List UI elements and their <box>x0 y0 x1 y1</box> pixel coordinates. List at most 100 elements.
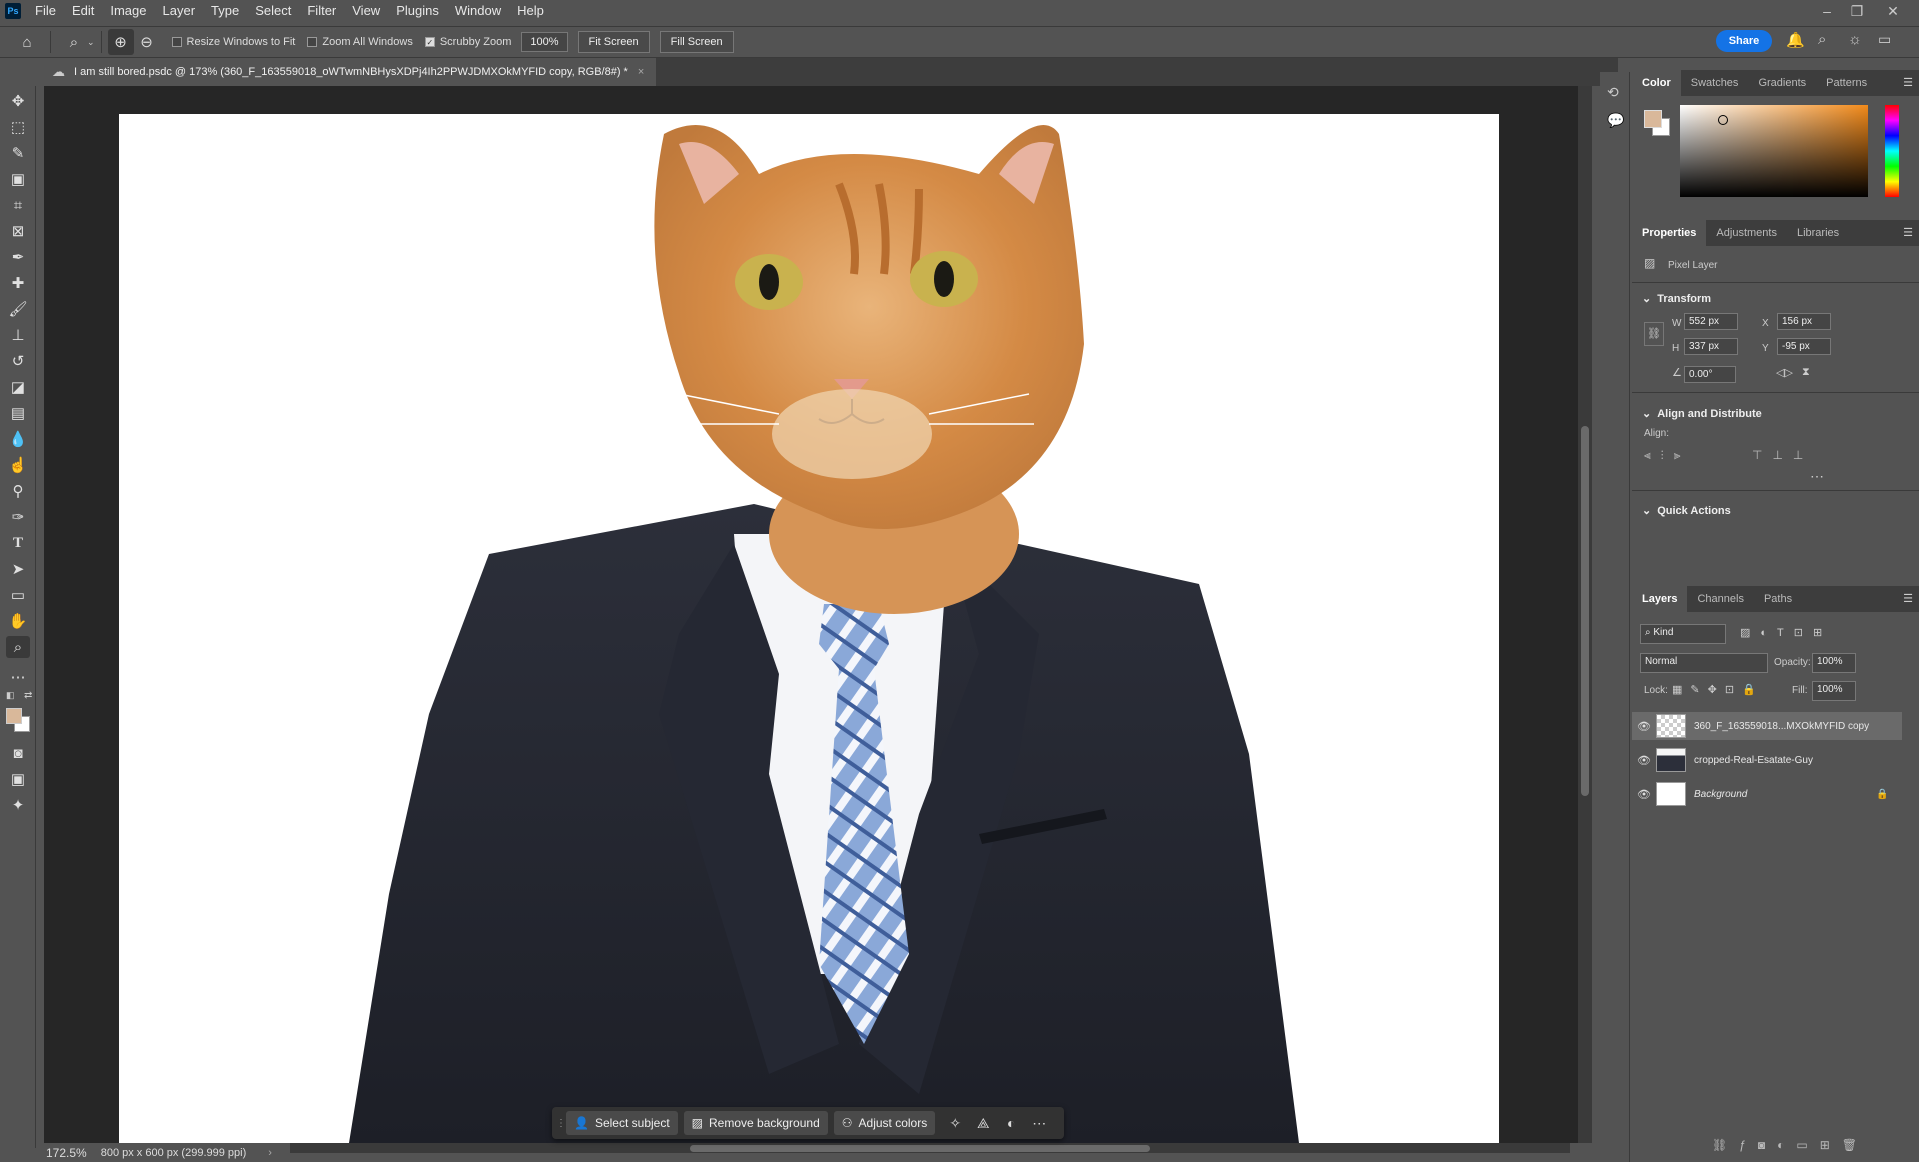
discover-icon[interactable]: ☼ <box>1848 31 1862 48</box>
path-selection-tool-icon[interactable]: ➤ <box>6 558 30 580</box>
close-tab-icon[interactable]: × <box>638 66 644 78</box>
quick-selection-tool-icon[interactable]: ✎ <box>6 142 30 164</box>
zoom-tool-icon[interactable]: ⌕ <box>61 29 87 55</box>
share-button[interactable]: Share <box>1716 30 1772 52</box>
default-colors-icon[interactable]: ◧ <box>6 690 15 701</box>
layer-row[interactable]: 👁 cropped-Real-Esatate-Guy <box>1632 746 1902 774</box>
chevron-right-icon[interactable]: › <box>268 1147 272 1159</box>
smudge-tool-icon[interactable]: ☝ <box>6 454 30 476</box>
menu-image[interactable]: Image <box>102 0 154 22</box>
opacity-field[interactable]: 100% <box>1812 653 1856 673</box>
vertical-scrollbar[interactable] <box>1578 86 1592 1143</box>
marquee-tool-icon[interactable]: ⬚ <box>6 116 30 138</box>
layer-row[interactable]: 👁 Background 🔒 <box>1632 780 1902 808</box>
y-position-field[interactable]: -95 px <box>1777 338 1831 355</box>
remove-background-button[interactable]: ▨ Remove background <box>683 1111 828 1135</box>
lock-icons[interactable]: ▦✎✥⊡🔒 <box>1672 683 1764 696</box>
panel-menu-icon[interactable]: ☰ <box>1903 592 1913 605</box>
move-tool-icon[interactable]: ✥ <box>6 90 30 112</box>
align-vertical-buttons[interactable]: ⊤⊥⊥ <box>1752 448 1813 462</box>
home-icon[interactable]: ⌂ <box>14 29 40 55</box>
layer-filter-icons[interactable]: ▨◐T⊡⊞ <box>1740 626 1832 639</box>
layer-footer-icons[interactable]: ⛓ƒ◙◐▭⊞🗑 <box>1712 1138 1869 1152</box>
fit-screen-button[interactable]: Fit Screen <box>577 31 650 53</box>
zoom-out-icon[interactable]: ⊖ <box>134 29 160 55</box>
color-picker-handle[interactable] <box>1718 115 1728 125</box>
menu-help[interactable]: Help <box>509 0 552 22</box>
tab-channels[interactable]: Channels <box>1687 586 1753 612</box>
swap-colors-icon[interactable]: ⇄ <box>24 690 32 701</box>
eyedropper-tool-icon[interactable]: ✒ <box>6 246 30 268</box>
menu-plugins[interactable]: Plugins <box>388 0 447 22</box>
more-options-icon[interactable]: ⋯ <box>1025 1115 1053 1132</box>
history-icon[interactable]: ⟲ <box>1607 84 1619 101</box>
rectangle-tool-icon[interactable]: ▭ <box>6 584 30 606</box>
resize-windows-checkbox[interactable]: Resize Windows to Fit <box>171 36 295 48</box>
horizontal-scrollbar[interactable] <box>290 1143 1570 1153</box>
tab-layers[interactable]: Layers <box>1632 586 1688 612</box>
chevron-down-icon[interactable]: ⌄ <box>87 37 95 48</box>
flip-horizontal-icon[interactable]: ◁▷ <box>1776 366 1793 379</box>
eye-icon[interactable]: 👁 <box>1632 754 1656 767</box>
blur-tool-icon[interactable]: 💧 <box>6 428 30 450</box>
restore-icon[interactable]: ❐ <box>1842 0 1872 22</box>
tab-patterns[interactable]: Patterns <box>1816 70 1877 96</box>
workspace-icon[interactable]: ▭ <box>1878 31 1891 48</box>
tab-gradients[interactable]: Gradients <box>1748 70 1816 96</box>
tab-libraries[interactable]: Libraries <box>1787 220 1849 246</box>
foreground-color-swatch[interactable] <box>6 708 22 724</box>
document-tab[interactable]: ☁ I am still bored.psdc @ 173% (360_F_16… <box>44 58 657 86</box>
fill-screen-button[interactable]: Fill Screen <box>659 31 734 53</box>
layer-row[interactable]: 👁 360_F_163559018...MXOkMYFID copy <box>1632 712 1902 740</box>
dodge-tool-icon[interactable]: ⚲ <box>6 480 30 502</box>
screen-mode-icon[interactable]: ▣ <box>6 768 30 790</box>
document-canvas[interactable] <box>119 114 1499 1143</box>
height-field[interactable]: 337 px <box>1684 338 1738 355</box>
gradient-tool-icon[interactable]: ▤ <box>6 402 30 424</box>
menu-layer[interactable]: Layer <box>155 0 204 22</box>
width-field[interactable]: 552 px <box>1684 313 1738 330</box>
menu-file[interactable]: File <box>27 0 64 22</box>
close-icon[interactable]: ✕ <box>1878 0 1908 22</box>
zoom-in-icon[interactable]: ⊕ <box>107 29 134 55</box>
drag-handle-icon[interactable]: ⋮ <box>556 1118 566 1129</box>
hue-slider[interactable] <box>1885 105 1899 197</box>
blend-mode-select[interactable]: Normal <box>1640 653 1768 673</box>
menu-type[interactable]: Type <box>203 0 247 22</box>
crop-tool-icon[interactable]: ⌗ <box>6 194 30 216</box>
color-field[interactable] <box>1680 105 1868 197</box>
bell-icon[interactable]: 🔔 <box>1786 31 1805 49</box>
frame-tool-icon[interactable]: ⊠ <box>6 220 30 242</box>
menu-select[interactable]: Select <box>247 0 299 22</box>
layer-kind-filter[interactable]: ⌕ Kind <box>1640 624 1726 644</box>
menu-filter[interactable]: Filter <box>299 0 344 22</box>
quick-actions-heading[interactable]: ⌄ Quick Actions <box>1642 504 1731 517</box>
search-icon[interactable]: ⌕ <box>1818 31 1826 48</box>
zoom-all-windows-checkbox[interactable]: Zoom All Windows <box>307 36 413 48</box>
transform-heading[interactable]: ⌄ Transform <box>1642 292 1711 305</box>
object-selection-tool-icon[interactable]: ▣ <box>6 168 30 190</box>
flip-vertical-icon[interactable]: ⧗ <box>1802 366 1810 379</box>
zoom-percent-field[interactable]: 100% <box>521 32 568 52</box>
stamp-tool-icon[interactable]: ⊥ <box>6 324 30 346</box>
align-buttons[interactable]: ⫷⫶⫸ <box>1644 448 1691 463</box>
select-subject-button[interactable]: 👤 Select subject <box>566 1111 678 1135</box>
color-foreground-swatch[interactable] <box>1644 110 1662 128</box>
type-tool-icon[interactable]: T <box>6 532 30 554</box>
panel-menu-icon[interactable]: ☰ <box>1903 76 1913 89</box>
zoom-level[interactable]: 172.5% <box>46 1146 87 1160</box>
panel-menu-icon[interactable]: ☰ <box>1903 226 1913 239</box>
fill-field[interactable]: 100% <box>1812 681 1856 701</box>
hand-tool-icon[interactable]: ✋ <box>6 610 30 632</box>
eye-icon[interactable]: 👁 <box>1632 788 1656 801</box>
tab-paths[interactable]: Paths <box>1754 586 1802 612</box>
pen-tool-icon[interactable]: ✑ <box>6 506 30 528</box>
align-distribute-heading[interactable]: ⌄ Align and Distribute <box>1642 407 1762 420</box>
zoom-tool-icon[interactable]: ⌕ <box>6 636 30 658</box>
menu-window[interactable]: Window <box>447 0 509 22</box>
canvas-area[interactable] <box>44 86 1592 1143</box>
tab-swatches[interactable]: Swatches <box>1681 70 1749 96</box>
magic-icon[interactable]: ✧ <box>941 1115 969 1132</box>
menu-edit[interactable]: Edit <box>64 0 102 22</box>
more-align-icon[interactable]: ⋯ <box>1810 468 1824 485</box>
